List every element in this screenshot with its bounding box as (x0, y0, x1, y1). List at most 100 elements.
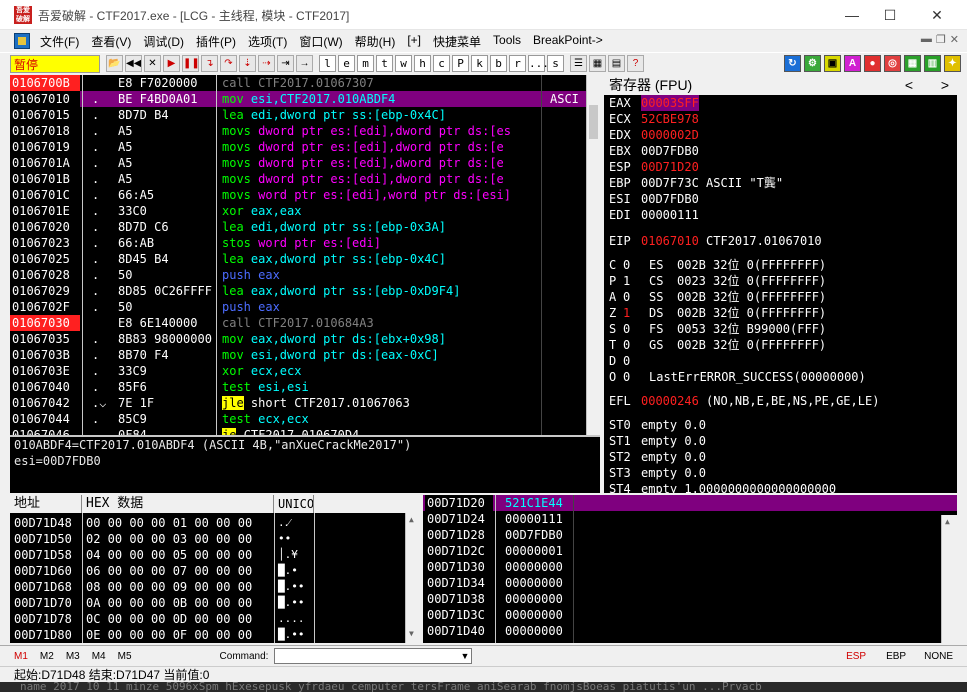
run-icon[interactable]: ▶ (163, 55, 180, 72)
register-row[interactable]: EAX 00003SFF (609, 95, 957, 111)
plugin-chart-icon[interactable]: ▥ (924, 55, 941, 72)
options-icon[interactable]: ▤ (608, 55, 625, 72)
menu-item[interactable]: 快捷菜单 (427, 33, 487, 50)
flag-value[interactable]: 0 (623, 257, 649, 273)
disasm-row[interactable]: 01067042 .⌵ 7E 1F jle short CTF2017.0106706… (10, 395, 600, 411)
trace-over-icon[interactable]: ⇢ (258, 55, 275, 72)
register-row[interactable]: EBP 00D7F73C ASCII "T龔" (609, 175, 957, 191)
disasm-row[interactable]: 01067030 E8 6E140000 call CTF2017.010684A3 (10, 315, 600, 331)
disasm-row[interactable]: 01067035. 8B83 98000000 mov eax,dword ptr … (10, 331, 600, 347)
dump-row[interactable]: 00D71D68 08 00 00 00 09 00 00 00 █.•• (10, 579, 405, 595)
disasm-row[interactable]: 0106702F. 50 push eax (10, 299, 600, 315)
step-into-icon[interactable]: ↴ (201, 55, 218, 72)
flag-value[interactable]: 1 (623, 305, 649, 321)
flag-row[interactable]: C 0 ES 002B 32位 0(FFFFFFFF) (609, 257, 957, 273)
plugin-table-icon[interactable]: ▦ (904, 55, 921, 72)
close-button[interactable]: ✕ (914, 0, 960, 30)
memory-tab[interactable]: M1 (14, 651, 28, 662)
child-window-icon[interactable] (14, 33, 30, 49)
flag-row[interactable]: Z 1 DS 002B 32位 0(FFFFFFFF) (609, 305, 957, 321)
register-row-eip[interactable]: EIP 01067010 CTF2017.01067010 (609, 233, 957, 249)
disasm-row[interactable]: 01067019. A5 movs dword ptr es:[edi],dword… (10, 139, 600, 155)
disasm-row[interactable]: 0106703E. 33C9 xor ecx,ecx (10, 363, 600, 379)
maximize-button[interactable]: ☐ (867, 0, 913, 30)
dump-scrollbar[interactable]: ▲ ▼ (405, 513, 421, 643)
flag-row[interactable]: A 0 SS 002B 32位 0(FFFFFFFF) (609, 289, 957, 305)
disasm-row[interactable]: 0106701E. 33C0 xor eax,eax (10, 203, 600, 219)
menu-item[interactable]: 文件(F) (34, 33, 85, 50)
disasm-row[interactable]: 0106703B. 8B70 F4 mov esi,dword ptr ds:[ea… (10, 347, 600, 363)
mdi-close-icon[interactable]: ✕ (950, 33, 959, 46)
help-icon[interactable]: ? (627, 55, 644, 72)
plugin-a-icon[interactable]: A (844, 55, 861, 72)
dump-col-address[interactable]: 地址 (10, 495, 82, 513)
register-value[interactable]: 00000111 (641, 207, 699, 223)
plugin-yellow-icon[interactable]: ▣ (824, 55, 841, 72)
stack-row[interactable]: 00D71D30 00000000 (423, 559, 957, 575)
window-shortcut-button[interactable]: h (414, 55, 431, 72)
register-row[interactable]: ECX 52CBE978 (609, 111, 957, 127)
stack-pane[interactable]: 00D71D20 521C1E44 00D71D24 00000111 00D71D… (423, 495, 957, 643)
dump-row[interactable]: 00D71D60 06 00 00 00 07 00 00 00 █.• (10, 563, 405, 579)
fpu-row[interactable]: ST3 empty 0.0 (609, 465, 957, 481)
window-shortcut-button[interactable]: s (547, 55, 564, 72)
registers-pane[interactable]: 寄存器 (FPU) < > EAX 00003SFF ECX 52CBE978 EDX 0… (604, 75, 957, 493)
flag-row[interactable]: S 0 FS 0053 32位 B99000(FFF) (609, 321, 957, 337)
dump-row[interactable]: 00D71D50 02 00 00 00 03 00 00 00 •• (10, 531, 405, 547)
disasm-row[interactable]: 01067044. 85C9 test ecx,ecx (10, 411, 600, 427)
window-shortcut-button[interactable]: b (490, 55, 507, 72)
flag-value[interactable]: 1 (623, 273, 649, 289)
mdi-minimize-icon[interactable]: ▬ (921, 33, 932, 46)
menu-item[interactable]: [+] (401, 33, 427, 50)
stack-row[interactable]: 00D71D34 00000000 (423, 575, 957, 591)
grid-icon[interactable]: ▦ (589, 55, 606, 72)
open-file-icon[interactable]: 📂 (106, 55, 123, 72)
menu-item[interactable]: 查看(V) (85, 33, 137, 50)
dump-row[interactable]: 00D71D58 04 00 00 00 05 00 00 00 │.¥ (10, 547, 405, 563)
disasm-row[interactable]: 01067025. 8D45 B4 lea eax,dword ptr ss:[eb… (10, 251, 600, 267)
stack-row[interactable]: 00D71D2C 00000001 (423, 543, 957, 559)
register-row-efl[interactable]: EFL 00000246 (NO,NB,E,BE,NS,PE,GE,LE) (609, 393, 957, 409)
register-value[interactable]: 00D71D20 (641, 159, 699, 175)
register-value[interactable]: 00000246 (641, 394, 699, 408)
register-value[interactable]: 00D7F73C (641, 175, 699, 191)
trace-into-icon[interactable]: ⇣ (239, 55, 256, 72)
refresh-icon[interactable]: ↻ (784, 55, 801, 72)
window-shortcut-button[interactable]: l (319, 55, 336, 72)
flag-value[interactable]: 0 (623, 321, 649, 337)
disasm-row[interactable]: 0106701B. A5 movs dword ptr es:[edi],dword… (10, 171, 600, 187)
dump-col-hex[interactable]: HEX 数据 (82, 495, 274, 513)
register-row[interactable]: EBX 00D7FDB0 (609, 143, 957, 159)
register-value[interactable]: 00D7FDB0 (641, 191, 699, 207)
fpu-row[interactable]: ST0 empty 0.0 (609, 417, 957, 433)
disasm-row[interactable]: 01067046 0F84 ... je CTF2017.010670D4 (10, 427, 600, 435)
list-icon[interactable]: ☰ (570, 55, 587, 72)
memory-tab[interactable]: M2 (40, 651, 54, 662)
flag-value[interactable]: 0 (623, 353, 649, 369)
step-over-icon[interactable]: ↷ (220, 55, 237, 72)
goto-address-icon[interactable]: → (296, 55, 313, 72)
memory-tab[interactable]: M5 (118, 651, 132, 662)
dump-row[interactable]: 00D71D78 0C 00 00 00 0D 00 00 00.... (10, 611, 405, 627)
disasm-row[interactable]: 01067029. 8D85 0C26FFFF lea eax,dword ptr … (10, 283, 600, 299)
memory-tab[interactable]: M4 (92, 651, 106, 662)
register-value[interactable]: 0000002D (641, 127, 699, 143)
prev-view-icon[interactable]: < (905, 75, 913, 95)
disasm-row[interactable]: 01067018. A5 movs dword ptr es:[edi],dword… (10, 123, 600, 139)
pause-icon[interactable]: ❚❚ (182, 55, 199, 72)
disasm-row[interactable]: 01067023. 66:AB stos word ptr es:[edi] (10, 235, 600, 251)
window-shortcut-button[interactable]: r (509, 55, 526, 72)
window-shortcut-button[interactable]: c (433, 55, 450, 72)
plugin-star-icon[interactable]: ✦ (944, 55, 961, 72)
menu-item[interactable]: 选项(T) (242, 33, 293, 50)
flag-value[interactable]: 0 (623, 337, 649, 353)
plugin-record-icon[interactable]: ● (864, 55, 881, 72)
ebp-button[interactable]: EBP (886, 651, 906, 662)
fpu-row[interactable]: ST4 empty 1.0000000000000000000 (609, 481, 957, 493)
none-button[interactable]: NONE (924, 651, 953, 662)
disasm-row[interactable]: 0106700B E8 F7020000 call CTF2017.01067307 (10, 75, 600, 91)
window-shortcut-button[interactable]: e (338, 55, 355, 72)
stack-scrollbar[interactable]: ▲ (941, 515, 957, 643)
plugin-green-icon[interactable]: ⚙ (804, 55, 821, 72)
dump-pane[interactable]: 地址 HEX 数据 UNICO 00D71D48 00 00 00 00 01 0… (10, 495, 421, 643)
